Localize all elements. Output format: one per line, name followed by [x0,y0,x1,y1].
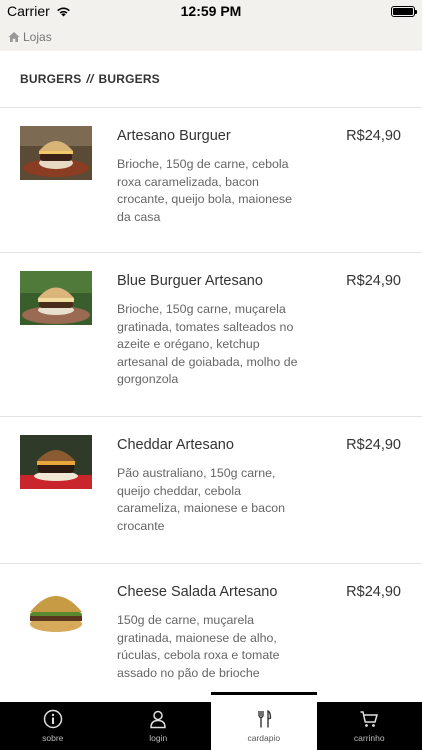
tab-sobre[interactable]: sobre [0,702,106,750]
category-header: BURGERS // BURGERS [0,51,422,108]
category-label: BURGERS [20,72,82,86]
tab-label: carrinho [353,733,385,743]
burger-photo [20,582,92,636]
tab-label: sobre [42,733,64,743]
carrier-label: Carrier [7,3,50,19]
tab-label: login [149,733,168,743]
item-price: R$24,90 [346,584,401,600]
tab-cardapio[interactable]: cardapio [211,692,317,750]
nav-back-label: Lojas [23,29,52,44]
item-name: Artesano Burguer [117,128,231,144]
tab-label: cardapio [247,733,281,743]
nav-back-button[interactable]: Lojas [0,22,422,51]
burger-photo [20,126,92,180]
status-left: Carrier [7,3,71,19]
menu-item[interactable]: Cheddar Artesano R$24,90 Pão australiano… [0,417,422,564]
burger-photo [20,271,92,325]
item-description: Brioche, 150g de carne, cebola roxa cara… [117,157,292,224]
info-icon [43,709,62,729]
menu-list[interactable]: Artesano Burguer R$24,90 Brioche, 150g d… [0,108,422,702]
subcategory-label: BURGERS [98,72,160,86]
category-separator: // [86,72,94,86]
home-icon [8,31,20,42]
item-description: 150g de carne, muçarela gratinada, maion… [117,613,280,680]
menu-item[interactable]: Artesano Burguer R$24,90 Brioche, 150g d… [0,108,422,253]
tab-carrinho[interactable]: carrinho [317,702,422,750]
status-bar: Carrier 12:59 PM [0,0,422,22]
item-description: Pão australiano, 150g carne, queijo ched… [117,466,286,533]
cart-icon [360,711,379,727]
item-name: Blue Burguer Artesano [117,273,263,289]
user-icon [150,710,167,729]
item-description: Brioche, 150g carne, muçarela gratinada,… [117,302,298,386]
item-price: R$24,90 [346,273,401,289]
cutlery-icon [258,709,271,728]
menu-item[interactable]: Blue Burguer Artesano R$24,90 Brioche, 1… [0,253,422,417]
menu-item[interactable]: Cheese Salada Artesano R$24,90 150g de c… [0,564,422,702]
item-price: R$24,90 [346,128,401,144]
item-name: Cheese Salada Artesano [117,584,278,600]
tab-bar: sobre login cardapio carrinho [0,692,422,750]
burger-photo [20,435,92,489]
item-price: R$24,90 [346,437,401,453]
wifi-icon [56,7,70,16]
tab-login[interactable]: login [106,702,212,750]
battery-icon [391,5,417,17]
item-name: Cheddar Artesano [117,437,234,453]
